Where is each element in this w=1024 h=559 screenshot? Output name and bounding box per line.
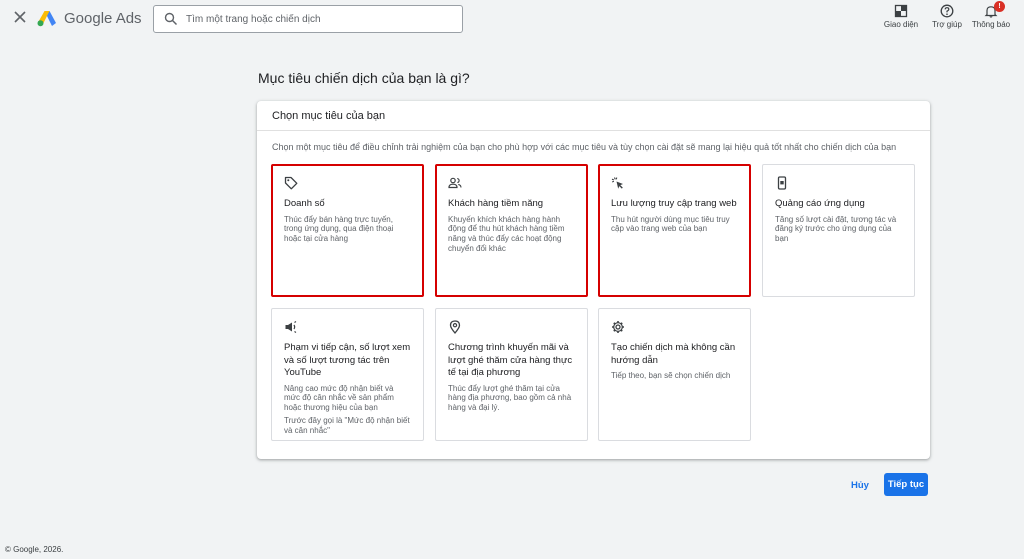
megaphone-icon bbox=[285, 321, 297, 333]
help-icon bbox=[940, 4, 954, 18]
cancel-button[interactable]: Hủy bbox=[842, 474, 878, 496]
help-button[interactable]: Trợ giúp bbox=[927, 4, 967, 29]
google-ads-logo-icon bbox=[37, 9, 57, 27]
goal-title: Doanh số bbox=[284, 198, 325, 209]
goal-description: Khuyến khích khách hàng hành động để thu… bbox=[448, 214, 565, 253]
goal-card-sales[interactable]: Doanh số Thúc đẩy bán hàng trực tuyến, t… bbox=[271, 164, 424, 297]
appearance-button[interactable]: Giao diện bbox=[880, 4, 922, 29]
phone-app-icon bbox=[777, 176, 787, 190]
goal-card-youtube-reach[interactable]: Phạm vi tiếp cận, số lượt xem và số lượt… bbox=[271, 308, 424, 441]
tag-icon bbox=[284, 176, 298, 190]
goal-title: Lưu lượng truy cập trang web bbox=[611, 198, 737, 209]
goal-description: Thúc đẩy bán hàng trực tuyến, trong ứng … bbox=[284, 214, 394, 244]
search-input[interactable] bbox=[186, 13, 446, 25]
goal-description: Tăng số lượt cài đặt, tương tác và đăng … bbox=[775, 214, 897, 244]
goal-card-app-promotion[interactable]: Quảng cáo ứng dụng Tăng số lượt cài đặt,… bbox=[762, 164, 915, 297]
panel-title: Chọn mục tiêu của bạn bbox=[272, 109, 386, 122]
goal-title: Tạo chiến dịch mà không cần hướng dẫn bbox=[611, 342, 736, 366]
search-box[interactable] bbox=[153, 5, 463, 33]
goal-note: Trước đây gọi là "Mức độ nhận biết và câ… bbox=[284, 415, 410, 435]
goal-card-no-guidance[interactable]: Tạo chiến dịch mà không cần hướng dẫn Ti… bbox=[598, 308, 751, 441]
goal-description: Nâng cao mức độ nhận biết và mức độ cân … bbox=[284, 383, 394, 413]
goal-title: Phạm vi tiếp cận, số lượt xem và số lượt… bbox=[284, 342, 411, 378]
help-label: Trợ giúp bbox=[932, 20, 962, 29]
gear-icon bbox=[612, 321, 624, 333]
notification-badge: ! bbox=[994, 1, 1005, 12]
page-title: Mục tiêu chiến dịch của bạn là gì? bbox=[258, 70, 470, 86]
notifications-label: Thông báo bbox=[971, 20, 1011, 29]
location-pin-icon bbox=[449, 320, 461, 334]
brand-name: Google Ads bbox=[64, 10, 142, 27]
notifications-button[interactable]: ! Thông báo bbox=[969, 1, 1013, 29]
goal-selection-panel: Chọn mục tiêu của bạn Chọn một mục tiêu … bbox=[257, 101, 930, 459]
goal-title: Quảng cáo ứng dụng bbox=[775, 198, 865, 209]
search-icon bbox=[164, 12, 178, 26]
appearance-icon bbox=[894, 4, 908, 18]
goal-card-leads[interactable]: Khách hàng tiềm năng Khuyến khích khách … bbox=[435, 164, 588, 297]
goal-description: Tiếp theo, bạn sẽ chọn chiến dịch bbox=[611, 371, 731, 380]
continue-button[interactable]: Tiếp tục bbox=[884, 473, 928, 496]
copyright-text: © Google, 2026. bbox=[5, 545, 64, 554]
goal-card-local-store-visits[interactable]: Chương trình khuyến mãi và lượt ghé thăm… bbox=[435, 308, 588, 441]
people-icon bbox=[448, 177, 462, 189]
goal-title: Chương trình khuyến mãi và lượt ghé thăm… bbox=[448, 342, 573, 378]
goal-title: Khách hàng tiềm năng bbox=[448, 198, 544, 209]
panel-description: Chọn một mục tiêu để điều chỉnh trải ngh… bbox=[272, 142, 897, 152]
panel-header: Chọn mục tiêu của bạn bbox=[257, 101, 930, 131]
cursor-click-icon bbox=[611, 177, 623, 189]
goal-description: Thu hút người dùng mục tiêu truy cập vào… bbox=[611, 214, 730, 234]
goal-card-website-traffic[interactable]: Lưu lượng truy cập trang web Thu hút ngư… bbox=[598, 164, 751, 297]
goal-description: Thúc đẩy lượt ghé thăm tại cửa hàng địa … bbox=[448, 383, 572, 413]
close-icon[interactable] bbox=[11, 8, 29, 26]
appearance-label: Giao diện bbox=[883, 20, 919, 29]
top-bar: Google Ads Giao diện Trợ giúp ! Thông bá… bbox=[0, 0, 1024, 38]
